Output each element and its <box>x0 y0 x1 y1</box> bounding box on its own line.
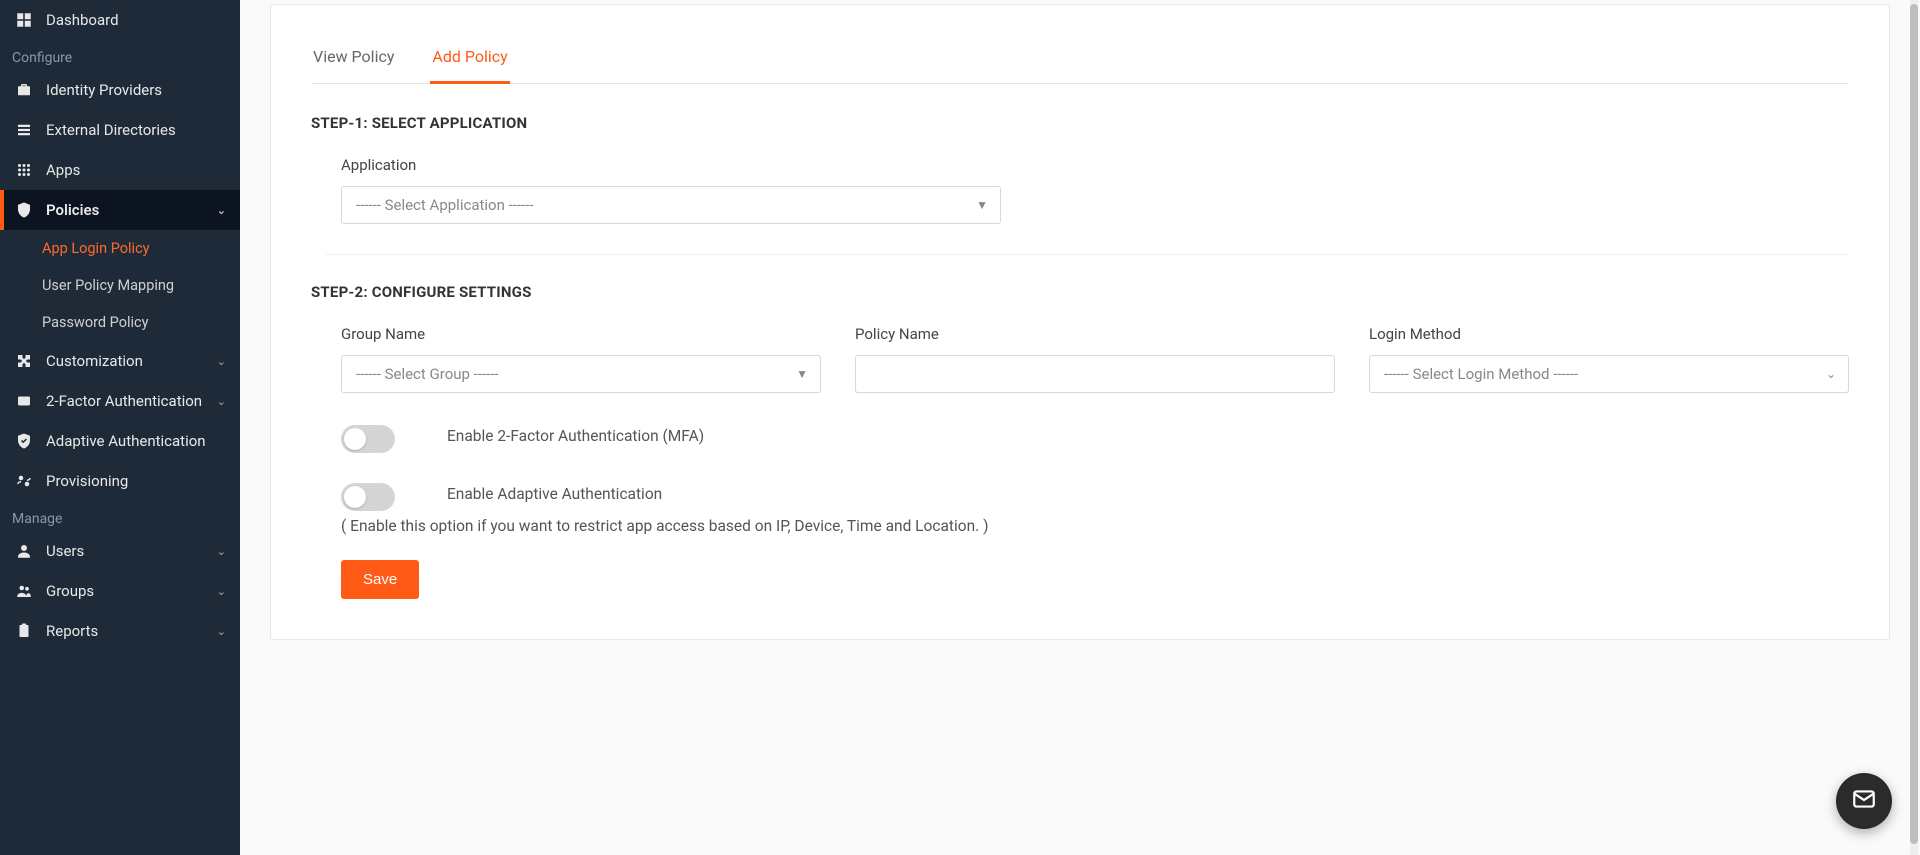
scrollbar-thumb[interactable] <box>1910 4 1918 844</box>
sync-users-icon <box>14 472 34 490</box>
page-scrollbar[interactable] <box>1910 0 1918 855</box>
nav-policies[interactable]: Policies ⌄ <box>0 190 240 230</box>
nav-label: Users <box>46 542 84 560</box>
nav-label: Groups <box>46 582 94 600</box>
nav-customization[interactable]: Customization ⌄ <box>0 341 240 381</box>
nav-label: 2-Factor Authentication <box>46 392 202 410</box>
nav-label: External Directories <box>46 121 176 139</box>
puzzle-icon <box>14 352 34 370</box>
policy-name-input-wrapper <box>855 355 1335 393</box>
sidebar: Dashboard Configure Identity Providers E… <box>0 0 240 855</box>
save-button[interactable]: Save <box>341 560 419 599</box>
login-method-select[interactable]: ------ Select Login Method ------ ⌄ <box>1369 355 1849 393</box>
clipboard-icon <box>14 622 34 640</box>
caret-down-icon: ▼ <box>976 198 988 212</box>
login-method-label: Login Method <box>1369 325 1849 343</box>
nav-external-directories[interactable]: External Directories <box>0 110 240 150</box>
nav-label: Apps <box>46 161 80 179</box>
chevron-down-icon: ⌄ <box>217 355 226 368</box>
nav-label: Provisioning <box>46 472 128 490</box>
nav-label: Identity Providers <box>46 81 162 99</box>
nav-apps[interactable]: Apps <box>0 150 240 190</box>
chat-fab[interactable] <box>1836 773 1892 829</box>
nav-label: Dashboard <box>46 11 119 29</box>
nav-two-factor[interactable]: 2-Factor Authentication ⌄ <box>0 381 240 421</box>
tab-view-policy[interactable]: View Policy <box>311 35 396 84</box>
nav-provisioning[interactable]: Provisioning <box>0 461 240 501</box>
users-icon <box>14 582 34 600</box>
step1-title: STEP-1: SELECT APPLICATION <box>311 114 1849 132</box>
chevron-down-icon: ⌄ <box>217 545 226 558</box>
chevron-down-icon: ⌄ <box>217 395 226 408</box>
chevron-down-icon: ⌄ <box>217 585 226 598</box>
nav-groups[interactable]: Groups ⌄ <box>0 571 240 611</box>
mfa-toggle-label: Enable 2-Factor Authentication (MFA) <box>447 423 704 449</box>
group-select-value: ------ Select Group ------ <box>356 365 499 383</box>
nav-label: Adaptive Authentication <box>46 432 206 450</box>
mail-icon <box>1851 786 1877 816</box>
policy-name-input[interactable] <box>870 356 1300 392</box>
adaptive-toggle-note: ( Enable this option if you want to rest… <box>341 511 1849 542</box>
main-content: View Policy Add Policy STEP-1: SELECT AP… <box>240 0 1920 855</box>
adaptive-toggle-label: Enable Adaptive Authentication <box>447 481 662 507</box>
toggle-knob <box>344 428 366 450</box>
nav-identity-providers[interactable]: Identity Providers <box>0 70 240 110</box>
application-select-value: ------ Select Application ------ <box>356 196 533 214</box>
shield-check-icon <box>14 432 34 450</box>
application-label: Application <box>341 156 1001 174</box>
group-select[interactable]: ------ Select Group ------ ▼ <box>341 355 821 393</box>
nav-adaptive-auth[interactable]: Adaptive Authentication <box>0 421 240 461</box>
toggle-knob <box>344 486 366 508</box>
application-select[interactable]: ------ Select Application ------ ▼ <box>341 186 1001 224</box>
list-icon <box>14 121 34 139</box>
subnav-app-login-policy[interactable]: App Login Policy <box>0 230 240 267</box>
policy-card: View Policy Add Policy STEP-1: SELECT AP… <box>270 4 1890 640</box>
subnav-password-policy[interactable]: Password Policy <box>0 304 240 341</box>
dashboard-icon <box>14 11 34 29</box>
section-configure: Configure <box>0 40 240 70</box>
keypad-icon <box>14 392 34 410</box>
divider <box>326 254 1849 255</box>
mfa-toggle[interactable] <box>341 425 395 453</box>
tabs: View Policy Add Policy <box>311 35 1849 84</box>
grid-icon <box>14 161 34 179</box>
tab-add-policy[interactable]: Add Policy <box>430 35 509 84</box>
adaptive-toggle[interactable] <box>341 483 395 511</box>
login-method-select-value: ------ Select Login Method ------ <box>1384 365 1578 383</box>
user-icon <box>14 542 34 560</box>
section-manage: Manage <box>0 501 240 531</box>
nav-users[interactable]: Users ⌄ <box>0 531 240 571</box>
nav-dashboard[interactable]: Dashboard <box>0 0 240 40</box>
subnav-user-policy-mapping[interactable]: User Policy Mapping <box>0 267 240 304</box>
nav-label: Customization <box>46 352 143 370</box>
shield-icon <box>14 201 34 219</box>
group-name-label: Group Name <box>341 325 821 343</box>
step2-title: STEP-2: CONFIGURE SETTINGS <box>311 283 1849 301</box>
nav-reports[interactable]: Reports ⌄ <box>0 611 240 651</box>
chevron-down-icon: ⌄ <box>217 625 226 638</box>
briefcase-icon <box>14 81 34 99</box>
chevron-down-icon: ⌄ <box>1826 367 1836 381</box>
policy-name-label: Policy Name <box>855 325 1335 343</box>
nav-label: Reports <box>46 622 98 640</box>
nav-label: Policies <box>46 201 99 219</box>
chevron-down-icon: ⌄ <box>217 204 226 217</box>
caret-down-icon: ▼ <box>796 367 808 381</box>
